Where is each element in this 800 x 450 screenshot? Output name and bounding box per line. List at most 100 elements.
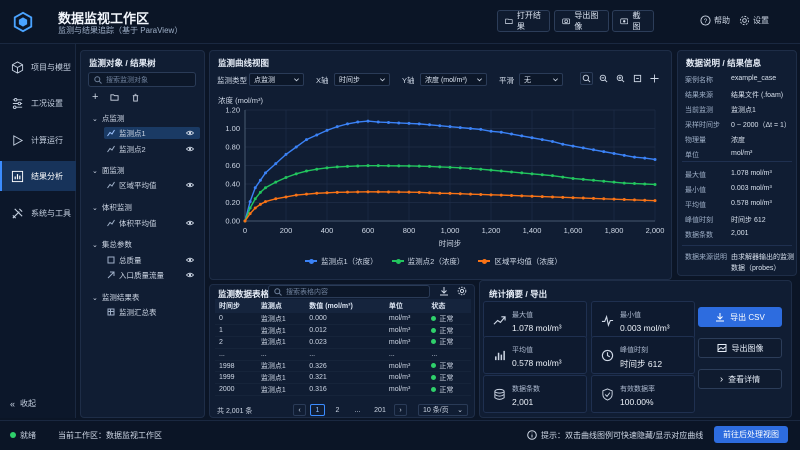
table-cell: 0.316 [305, 383, 385, 397]
tree-group-table[interactable]: ⌄ 监测结果表 [92, 292, 139, 303]
trend-up-icon [493, 314, 506, 327]
column-header[interactable]: 状态 [427, 299, 471, 313]
sidebar-item-label: 系统与工具 [31, 208, 71, 218]
table-row[interactable]: 0 监测点1 0.000 mol/m³ 正常 [215, 313, 471, 326]
page-button[interactable]: 2 [330, 404, 345, 416]
eye-icon[interactable] [186, 129, 194, 137]
page-button[interactable]: 201 [370, 404, 390, 416]
tree-group-surface[interactable]: ⌄ 面监测 [92, 165, 124, 176]
column-header[interactable]: 单位 [384, 299, 428, 313]
table-header-row: 时间步 监测点 数值 (mol/m³) 单位 状态 [215, 299, 471, 313]
app-subtitle: 监测与结果追踪（基于 ParaView） [58, 26, 183, 35]
crosshair-button[interactable] [648, 72, 661, 85]
sidebar-item-run[interactable]: 计算运行 [0, 125, 76, 155]
result-tree-panel: 监测对象 / 结果树 [80, 50, 205, 418]
table-row[interactable]: 1998 监测点1 0.326 mol/m³ 正常 [215, 360, 471, 373]
page-size-select[interactable]: 10 条/页 ⌄ [418, 404, 468, 416]
table-row[interactable]: 2 监测点1 0.023 mol/m³ 正常 [215, 336, 471, 349]
view-detail-button[interactable]: › 查看详情 [698, 369, 782, 389]
tree-item-total-mass[interactable]: 总质量 [104, 254, 200, 266]
data-point [520, 171, 524, 175]
line-chart[interactable]: 浓度 (mol/m³) 0.00 0.20 0.40 0.60 0.80 1.00 1.20 0… [214, 94, 666, 254]
data-point [376, 190, 380, 194]
column-header[interactable]: 数值 (mol/m³) [305, 299, 385, 313]
data-point [448, 125, 452, 129]
stat-value: 0.578 mol/m³ [512, 358, 562, 368]
goto-postprocess-button[interactable]: 前往后处理视图 [714, 426, 788, 443]
data-point [264, 171, 267, 175]
tree-group-volume[interactable]: ⌄ 体积监测 [92, 202, 132, 213]
add-icon[interactable]: + [92, 92, 98, 103]
settings-link[interactable]: 设置 [739, 15, 769, 26]
tree-item-label: 体积平均值 [119, 218, 157, 228]
zoom-in-button[interactable] [614, 72, 627, 85]
tree-group-lumped[interactable]: ⌄ 集总参数 [92, 239, 132, 250]
page-button-active[interactable]: 1 [310, 404, 325, 416]
table-row[interactable]: 1999 监测点1 0.321 mol/m³ 正常 [215, 371, 471, 385]
trash-icon[interactable] [131, 93, 140, 102]
gear-icon[interactable] [457, 286, 467, 296]
legend-item[interactable]: 监测点1（浓度） [305, 255, 378, 267]
export-csv-button[interactable]: 导出 CSV [698, 307, 782, 327]
column-header[interactable]: 监测点 [256, 299, 306, 313]
monitor-type-select[interactable]: 点监测 [249, 73, 304, 86]
tree-item-probe1[interactable]: 监测点1 [104, 127, 200, 139]
tree-item-volume-avg[interactable]: 体积平均值 [104, 217, 200, 229]
table-cell: 0.012 [305, 324, 385, 338]
table-row[interactable]: 2000 监测点1 0.316 mol/m³ 正常 [215, 383, 471, 397]
eye-icon[interactable] [186, 145, 194, 153]
x-tick-label: 1,400 [523, 226, 542, 235]
next-page-button[interactable]: › [394, 404, 407, 416]
tree-item-inlet-flow[interactable]: 入口质量流量 [104, 269, 200, 281]
smooth-select[interactable]: 无 [519, 73, 563, 86]
data-point [622, 198, 626, 202]
export-image-header-button[interactable]: 导出图像 [554, 10, 609, 32]
open-result-button[interactable]: 打开结果 [497, 10, 550, 32]
table-row[interactable]: 1 监测点1 0.012 mol/m³ 正常 [215, 324, 471, 338]
y-axis-value: 浓度 (mol/m³) [425, 76, 467, 84]
chevron-down-icon [476, 76, 483, 83]
column-header[interactable]: 时间步 [215, 299, 257, 313]
screenshot-button[interactable]: 截图 [612, 10, 654, 32]
info-value: 时间步 612 [731, 217, 766, 224]
eye-icon[interactable] [186, 271, 194, 279]
eye-icon[interactable] [186, 219, 194, 227]
data-point [499, 169, 503, 173]
table-search-input[interactable]: 搜索表格内容 [268, 285, 430, 298]
sidebar-item-results[interactable]: 结果分析 [0, 161, 76, 191]
zoom-select-button[interactable] [580, 72, 593, 85]
folder-icon[interactable] [110, 93, 119, 102]
zoom-out-button[interactable] [597, 72, 610, 85]
y-axis-select[interactable]: 浓度 (mol/m³) [420, 73, 487, 86]
info-divider [682, 245, 792, 246]
tree-group-point[interactable]: ⌄ 点监测 [92, 113, 124, 124]
eye-icon[interactable] [186, 256, 194, 264]
data-point [274, 197, 278, 201]
collapse-sidebar-button[interactable]: « 收起 [10, 398, 36, 409]
legend-item[interactable]: 区域平均值（浓度） [478, 255, 562, 267]
data-point [540, 195, 544, 199]
tree-item-probe2[interactable]: 监测点2 [104, 143, 200, 155]
reset-view-button[interactable] [631, 72, 644, 85]
tree-group-label: 监测结果表 [101, 293, 140, 302]
help-link[interactable]: ? 帮助 [700, 15, 730, 26]
info-value: 0 ~ 2000（Δt = 1） [731, 122, 791, 129]
download-icon[interactable] [439, 286, 449, 296]
prev-page-button[interactable]: ‹ [293, 404, 306, 416]
sidebar-item-project[interactable]: 项目与模型 [0, 52, 76, 82]
tree-search-input[interactable]: 搜索监测对象 [88, 72, 196, 87]
legend-item[interactable]: 监测点2（浓度） [391, 255, 464, 267]
table-row[interactable]: ............... [215, 348, 471, 361]
table-total-count: 共 2,001 条 [217, 408, 253, 415]
x-axis-select[interactable]: 时间步 [334, 73, 390, 86]
status-bar: 就绪 当前工作区：数据监视工作区 提示：双击曲线图例可快速隐藏/显示对应曲线 前… [0, 420, 800, 450]
status-text: 就绪 [20, 431, 36, 440]
tree-item-label: 监测汇总表 [119, 307, 157, 317]
sidebar-item-conditions[interactable]: 工况设置 [0, 88, 76, 118]
export-image-button[interactable]: 导出图像 [698, 338, 782, 358]
eye-icon[interactable] [186, 181, 194, 189]
tree-item-area-avg[interactable]: 区域平均值 [104, 179, 200, 191]
data-point [356, 120, 360, 124]
sidebar-item-tools[interactable]: 系统与工具 [0, 198, 76, 228]
tree-item-summary-table[interactable]: 监测汇总表 [104, 306, 200, 318]
